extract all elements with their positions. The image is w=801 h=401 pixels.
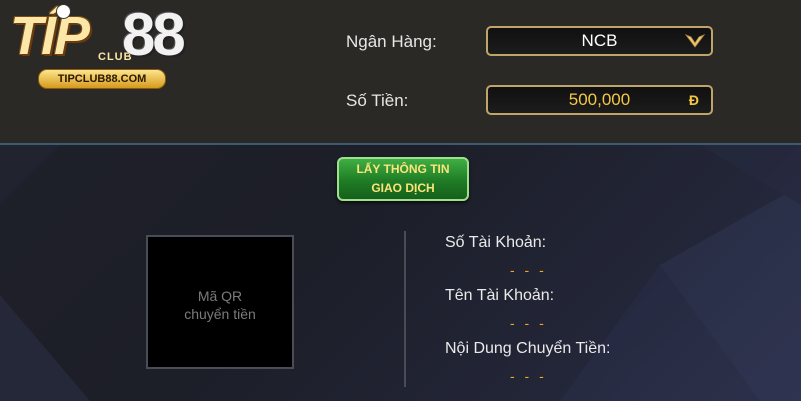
chevron-down-icon[interactable] [685, 32, 705, 50]
bank-label: Ngân Hàng: [346, 32, 437, 51]
qr-caption-line-2: chuyển tiền [184, 306, 256, 322]
dong-icon: Đ [688, 92, 699, 108]
tipclub88-logo: TÍP CLUB 88 TIPCLUB88.COM [10, 1, 192, 89]
vertical-divider [404, 231, 406, 387]
transfer-content-label: Nội Dung Chuyển Tiền: [445, 340, 611, 357]
amount-field[interactable]: 500,000 Đ [486, 85, 713, 115]
logo-url-badge: TIPCLUB88.COM [38, 69, 166, 89]
bank-select-value: NCB [581, 31, 618, 50]
qr-caption: Mã QR chuyển tiền [148, 287, 292, 323]
soccer-ball-icon [56, 4, 71, 19]
bank-select[interactable]: NCB [486, 26, 713, 56]
account-number-value: - - - [510, 262, 547, 278]
account-name-label: Tên Tài Khoản: [445, 287, 555, 304]
logo-tip-text: TÍP [10, 6, 90, 66]
get-transaction-info-button[interactable]: LẤY THÔNG TIN GIAO DỊCH [337, 157, 469, 201]
logo-88-text: 88 [122, 1, 186, 68]
qr-code-placeholder: Mã QR chuyển tiền [146, 235, 294, 369]
button-line-2: GIAO DỊCH [371, 181, 435, 195]
account-name-value: - - - [510, 315, 547, 331]
qr-caption-line-1: Mã QR [197, 288, 243, 304]
amount-label: Số Tiền: [346, 91, 409, 110]
account-number-label: Số Tài Khoản: [445, 234, 547, 251]
transfer-content-value: - - - [510, 368, 547, 384]
button-line-1: LẤY THÔNG TIN [356, 162, 450, 176]
amount-value: 500,000 [568, 90, 631, 109]
